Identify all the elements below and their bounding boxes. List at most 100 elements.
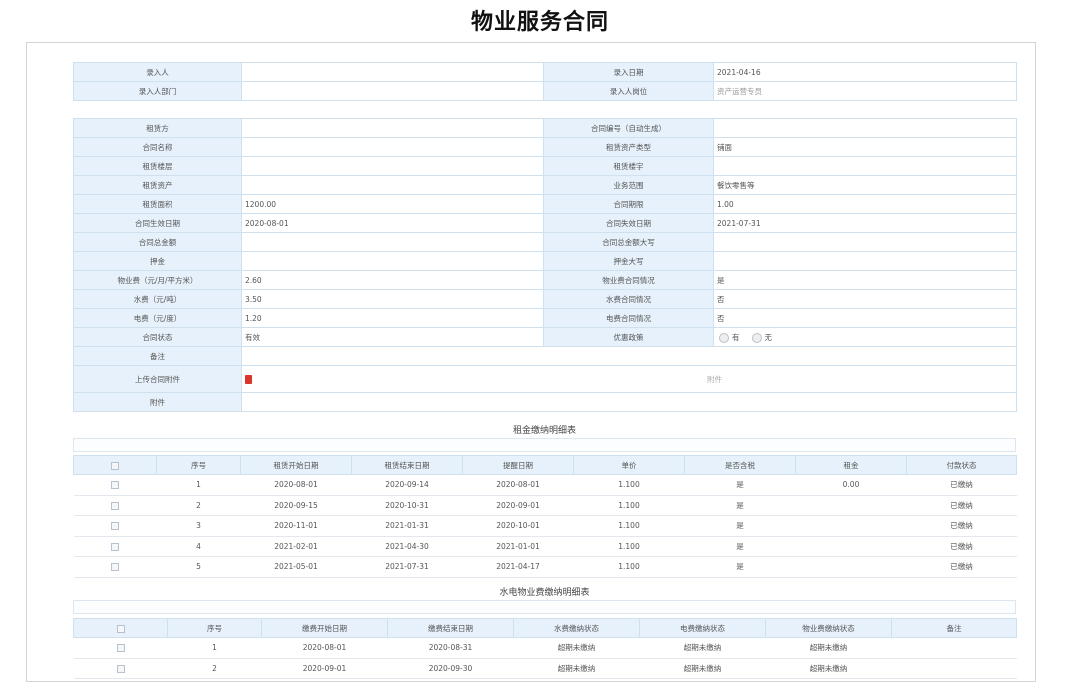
table-cell: 4 (156, 535, 241, 557)
row-select-cell[interactable] (73, 474, 157, 496)
table-cell: 是 (684, 556, 796, 578)
contract-row: 物业费（元/月/平方米） 2.60 物业费合同情况是 (73, 270, 1017, 290)
remark-row: 备注 (73, 346, 1017, 366)
field-value[interactable]: 3.50 (241, 289, 544, 309)
select-all-checkbox[interactable] (116, 624, 125, 633)
field-value[interactable]: 是 (713, 270, 1017, 290)
table-row[interactable]: 1 2020-08-01 2020-08-31 超期未缴纳 超期未缴纳 超期未缴纳 (73, 637, 1017, 659)
radio-button[interactable] (751, 332, 762, 343)
upload-field[interactable]: 附件 (241, 365, 1017, 393)
row-select-cell[interactable] (73, 515, 157, 537)
row-checkbox[interactable] (111, 501, 119, 510)
table-row[interactable]: 3 2020-11-01 2021-01-31 2020-10-01 1.100 是 已缴纳 (73, 515, 1017, 537)
table-row[interactable]: 4 2021-02-01 2021-04-30 2021-01-01 1.100 是 已缴纳 (73, 535, 1017, 557)
field-value[interactable]: 铺面 (713, 137, 1017, 157)
column-header: 是否含税 (684, 455, 796, 475)
field-value[interactable]: 有效 (241, 327, 544, 347)
row-checkbox[interactable] (111, 522, 119, 531)
field-value[interactable]: 2.60 (241, 270, 544, 290)
field-value[interactable]: 否 (713, 308, 1017, 328)
field-value[interactable] (241, 156, 544, 176)
field-label: 优惠政策 (543, 327, 714, 347)
table-row[interactable]: 2 2020-09-01 2020-09-30 超期未缴纳 超期未缴纳 超期未缴纳 (73, 657, 1017, 679)
field-value[interactable]: 资产运营专员 (713, 81, 1017, 101)
field-value[interactable]: 2021-07-31 (713, 213, 1017, 233)
table-row[interactable]: 2 2020-09-15 2020-10-31 2020-09-01 1.100 是 已缴纳 (73, 494, 1017, 516)
select-all-checkbox[interactable] (111, 461, 119, 470)
field-label: 录入人部门 (73, 81, 242, 101)
field-value[interactable]: 1.20 (241, 308, 544, 328)
table-cell (795, 515, 907, 537)
field-label: 水费（元/吨） (73, 289, 242, 309)
field-value[interactable] (241, 232, 544, 252)
table-cell: 已缴纳 (906, 494, 1017, 516)
field-value[interactable] (241, 118, 544, 138)
field-label: 录入人岗位 (543, 81, 714, 101)
column-header: 电费缴纳状态 (639, 618, 766, 638)
table-row[interactable]: 1 2020-08-01 2020-09-14 2020-08-01 1.100 是 0.0… (73, 474, 1017, 496)
field-value[interactable] (713, 232, 1017, 252)
field-value[interactable] (241, 175, 544, 195)
field-value[interactable] (241, 251, 544, 271)
field-label: 合同名称 (73, 137, 242, 157)
field-value[interactable]: 1.00 (713, 194, 1017, 214)
row-select-cell[interactable] (73, 657, 168, 679)
radio-button[interactable] (719, 332, 729, 343)
utility-section-title: 水电物业费缴纳明细表 (499, 588, 590, 598)
row-checkbox[interactable] (111, 542, 119, 551)
rent-section-title: 租金缴纳明细表 (512, 426, 576, 436)
rent-toolbar (73, 438, 1016, 452)
table-row[interactable]: 5 2021-05-01 2021-07-31 2021-04-17 1.100 是 已缴纳 (73, 556, 1017, 578)
table-cell: 超期未缴纳 (765, 637, 892, 659)
field-value[interactable] (241, 81, 544, 101)
field-label: 合同状态 (73, 327, 242, 347)
table-cell: 5 (156, 556, 241, 578)
table-cell: 是 (684, 474, 796, 496)
field-value[interactable]: 有无 (713, 327, 1017, 347)
field-label: 合同期限 (543, 194, 714, 214)
row-checkbox[interactable] (111, 563, 119, 572)
table-cell: 2021-01-01 (462, 535, 574, 557)
field-value[interactable]: 餐饮零售等 (713, 175, 1017, 195)
field-value[interactable] (241, 137, 544, 157)
row-select-cell[interactable] (73, 637, 168, 659)
table-cell: 2021-02-01 (240, 535, 352, 557)
table-cell: 2020-08-01 (261, 637, 388, 659)
row-checkbox[interactable] (111, 481, 119, 490)
table-cell: 是 (684, 535, 796, 557)
radio-label: 有 (732, 332, 740, 342)
table-cell: 2020-10-31 (351, 494, 463, 516)
column-header[interactable] (73, 618, 168, 638)
table-cell: 超期未缴纳 (765, 657, 892, 679)
field-value[interactable]: 2020-08-01 (241, 213, 544, 233)
row-select-cell[interactable] (73, 556, 157, 578)
row-select-cell[interactable] (73, 494, 157, 516)
row-select-cell[interactable] (73, 535, 157, 557)
table-cell: 已缴纳 (906, 535, 1017, 557)
field-value[interactable] (241, 62, 544, 82)
table-cell: 2020-08-31 (387, 637, 514, 659)
field-value[interactable] (713, 118, 1017, 138)
upload-row: 上传合同附件 附件 (73, 365, 1017, 393)
field-label: 录入人 (73, 62, 242, 82)
attachment-list[interactable] (241, 392, 1017, 412)
remark-input[interactable] (241, 346, 1017, 366)
table-cell: 1 (156, 474, 241, 496)
row-checkbox[interactable] (116, 664, 125, 673)
utility-toolbar (73, 600, 1016, 614)
table-cell: 0.00 (795, 474, 907, 496)
table-cell: 2020-09-15 (240, 494, 352, 516)
contract-row: 合同生效日期 2020-08-01 合同失效日期 2021-07-31 (73, 213, 1017, 233)
field-value[interactable]: 2021-04-16 (713, 62, 1017, 82)
field-value[interactable] (713, 156, 1017, 176)
column-header: 缴费结束日期 (387, 618, 514, 638)
field-value[interactable]: 1200.00 (241, 194, 544, 214)
table-cell: 2020-08-01 (462, 474, 574, 496)
field-value[interactable] (713, 251, 1017, 271)
field-value[interactable]: 否 (713, 289, 1017, 309)
entry-info-table: 录入人 录入日期 2021-04-16 录入人部门 录入人岗位 资产运营专员 (73, 62, 1017, 101)
file-attachment-icon[interactable] (245, 375, 252, 384)
column-header[interactable] (73, 455, 157, 475)
row-checkbox[interactable] (116, 644, 125, 653)
table-cell: 1.100 (573, 474, 685, 496)
